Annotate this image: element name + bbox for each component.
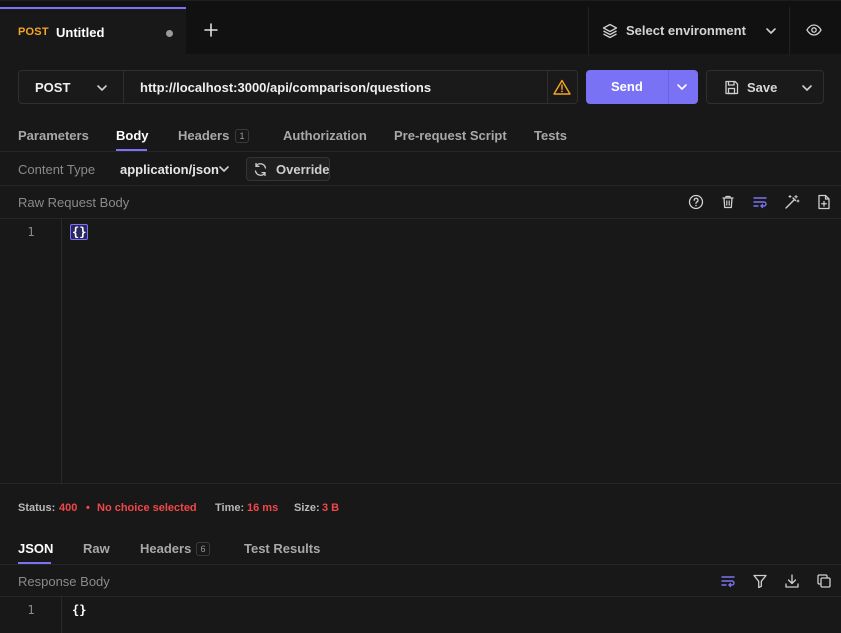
environment-label: Select environment xyxy=(626,23,746,38)
copy-icon[interactable] xyxy=(816,573,832,589)
tab-method-label: POST xyxy=(18,26,49,38)
tab-test-results[interactable]: Test Results xyxy=(244,541,320,556)
tab-raw[interactable]: Raw xyxy=(83,541,110,556)
refresh-icon xyxy=(254,162,267,177)
send-label: Send xyxy=(611,79,643,94)
tab-tests[interactable]: Tests xyxy=(534,128,567,143)
response-headers-count-badge: 6 xyxy=(196,542,210,556)
content-type-row: Content Type application/json Override xyxy=(0,152,841,186)
override-label: Override xyxy=(276,162,330,177)
content-type-label: Content Type xyxy=(18,162,96,177)
download-icon[interactable] xyxy=(784,573,800,589)
chevron-down-icon xyxy=(766,28,776,34)
response-editor-gutter: 1 xyxy=(0,597,62,633)
tab-json[interactable]: JSON xyxy=(18,541,53,556)
tab-parameters[interactable]: Parameters xyxy=(18,128,89,143)
request-tab[interactable]: POST Untitled xyxy=(0,7,186,55)
response-body-content: {} xyxy=(72,603,87,617)
save-button[interactable]: Save xyxy=(706,70,824,104)
divider xyxy=(547,71,548,103)
status-code: 400 xyxy=(59,502,78,514)
size-label: Size: xyxy=(294,502,320,514)
request-body-content: {} xyxy=(70,224,89,240)
tab-pre-request-script[interactable]: Pre-request Script xyxy=(394,128,507,143)
line-number: 1 xyxy=(27,225,35,239)
method-select[interactable]: POST xyxy=(18,70,124,104)
method-value: POST xyxy=(35,80,71,95)
floppy-disk-icon xyxy=(725,80,739,95)
divider xyxy=(668,70,669,104)
url-input[interactable]: http://localhost:3000/api/comparison/que… xyxy=(123,70,578,104)
chevron-down-icon[interactable] xyxy=(801,83,813,93)
response-body-label: Response Body xyxy=(18,574,110,589)
layers-icon xyxy=(602,23,618,39)
content-type-select[interactable]: application/json xyxy=(120,152,236,186)
warning-triangle-icon[interactable] xyxy=(553,79,571,95)
response-body-viewer[interactable]: {} xyxy=(62,597,841,633)
headers-count-badge: 1 xyxy=(235,129,249,143)
help-icon[interactable] xyxy=(688,194,704,210)
raw-body-label: Raw Request Body xyxy=(18,195,130,210)
url-value: http://localhost:3000/api/comparison/que… xyxy=(140,80,432,95)
eye-icon[interactable] xyxy=(806,23,822,37)
request-editor-gutter: 1 xyxy=(0,219,62,483)
magic-wand-icon[interactable] xyxy=(784,194,800,210)
override-button[interactable]: Override xyxy=(246,157,330,181)
raw-body-header: Raw Request Body xyxy=(0,186,841,219)
tab-bar: POST Untitled Select environment xyxy=(0,0,841,55)
chevron-down-icon xyxy=(97,85,107,91)
request-body-editor[interactable]: {} xyxy=(62,219,841,483)
tab-body[interactable]: Body xyxy=(116,128,149,143)
response-body-header: Response Body xyxy=(0,565,841,597)
status-label: Status: xyxy=(18,502,56,514)
filter-icon[interactable] xyxy=(752,573,768,589)
size-value: 3 B xyxy=(322,502,340,514)
environment-selector[interactable]: Select environment xyxy=(588,7,790,55)
word-wrap-icon[interactable] xyxy=(720,573,736,589)
tab-title: Untitled xyxy=(56,25,105,40)
tab-authorization[interactable]: Authorization xyxy=(283,128,367,143)
save-label: Save xyxy=(747,80,778,95)
response-status-bar: Status: 400 • No choice selected Time: 1… xyxy=(0,483,841,533)
active-tab-indicator xyxy=(18,562,51,564)
request-tabs: Parameters Body Headers 1 Authorization … xyxy=(0,118,841,152)
tab-headers[interactable]: Headers xyxy=(178,128,229,143)
status-separator: • xyxy=(86,502,90,514)
line-number: 1 xyxy=(27,603,35,617)
unsaved-dot-icon[interactable] xyxy=(166,30,173,37)
chevron-down-icon[interactable] xyxy=(676,82,688,92)
tab-response-headers[interactable]: Headers xyxy=(140,541,191,556)
plus-icon xyxy=(204,23,218,37)
new-tab-button[interactable] xyxy=(200,19,222,41)
content-type-value: application/json xyxy=(120,162,219,177)
file-add-icon[interactable] xyxy=(816,194,832,210)
send-button[interactable]: Send xyxy=(586,70,698,104)
chevron-down-icon xyxy=(219,166,229,172)
status-text: No choice selected xyxy=(97,502,197,514)
time-label: Time: xyxy=(215,502,245,514)
active-tab-indicator xyxy=(116,149,147,151)
trash-icon[interactable] xyxy=(720,194,736,210)
time-value: 16 ms xyxy=(247,502,279,514)
response-tabs: JSON Raw Headers 6 Test Results xyxy=(0,533,841,565)
word-wrap-icon[interactable] xyxy=(752,194,768,210)
